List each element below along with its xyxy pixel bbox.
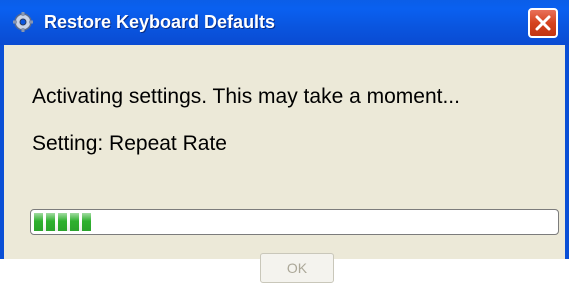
close-button[interactable] bbox=[528, 8, 558, 38]
progress-bar bbox=[30, 209, 559, 235]
window-title: Restore Keyboard Defaults bbox=[44, 12, 276, 32]
dialog-body: Activating settings. This may take a mom… bbox=[4, 45, 565, 283]
status-text: Setting: Repeat Rate bbox=[32, 132, 227, 155]
dialog-window: Restore Keyboard Defaults Activating set… bbox=[0, 0, 569, 283]
keyboard-settings-icon bbox=[12, 11, 34, 33]
ok-button[interactable]: OK bbox=[260, 253, 334, 283]
activation-message: Activating settings. This may take a mom… bbox=[32, 85, 460, 108]
progress-bar-fill bbox=[34, 213, 91, 231]
title-bar[interactable]: Restore Keyboard Defaults bbox=[0, 0, 569, 45]
